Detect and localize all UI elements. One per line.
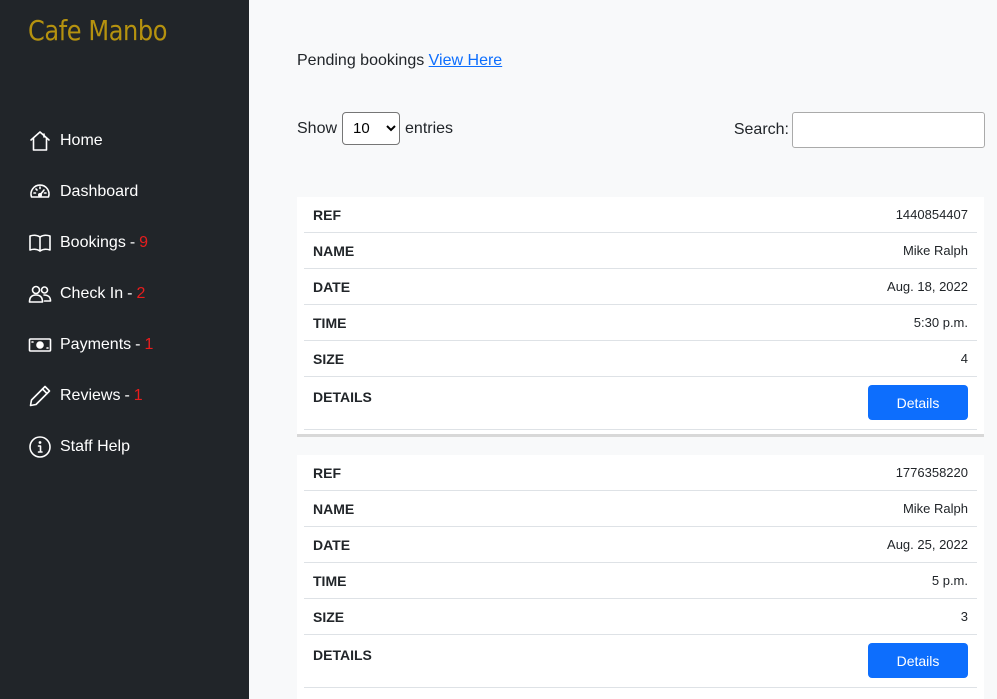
payments-count-badge: 1 [144, 335, 154, 353]
sidebar-item-separator: - [135, 335, 141, 353]
field-label: TIME [313, 314, 347, 331]
search-label: Search: [733, 121, 789, 138]
field-label: NAME [313, 500, 355, 517]
pending-bookings-text: Pending bookings [297, 52, 425, 69]
entries-label: entries [405, 119, 454, 137]
sidebar-item-separator: - [129, 233, 136, 251]
house-icon [28, 129, 52, 153]
show-label: Show [297, 119, 338, 137]
booking-card: REF 1440854407 NAME Mike Ralph DATE Aug. 18… [297, 197, 984, 437]
field-label: TIME [313, 572, 347, 589]
sidebar-item-reviews[interactable]: Reviews - 1 [28, 370, 153, 421]
time-value: 5 p.m. [931, 573, 968, 588]
table-row: DATE Aug. 18, 2022 [304, 269, 977, 305]
people-icon [28, 282, 52, 306]
field-label: NAME [313, 242, 355, 259]
field-label: REF [313, 206, 341, 223]
time-value: 5:30 p.m. [913, 315, 968, 330]
sidebar-item-bookings[interactable]: Bookings - 9 [28, 217, 153, 268]
table-row: NAME Mike Ralph [304, 491, 977, 527]
entries-select[interactable]: 10 [342, 112, 401, 145]
date-value: Aug. 18, 2022 [887, 279, 968, 294]
field-label: SIZE [313, 608, 345, 625]
search-control: Search: [734, 112, 985, 148]
sidebar-item-label: Reviews [60, 386, 121, 404]
size-value: 3 [960, 609, 968, 624]
sidebar-item-check-in[interactable]: Check In - 2 [28, 268, 153, 319]
field-label: DETAILS [313, 647, 372, 663]
ref-value: 1440854407 [895, 207, 968, 222]
table-row: SIZE 4 [304, 341, 977, 377]
sidebar-item-label: Dashboard [60, 182, 139, 200]
sidebar-item-payments[interactable]: Payments - 1 [28, 319, 153, 370]
sidebar-item-label: Home [60, 131, 103, 149]
cash-icon [28, 333, 52, 357]
sidebar-nav: Home Dashboard Bookings - 9 Check In - 2… [28, 115, 153, 472]
search-input[interactable] [792, 112, 985, 148]
table-row: NAME Mike Ralph [304, 233, 977, 269]
brand-logo[interactable]: Cafe Manbo [28, 14, 167, 47]
info-circle-icon [28, 435, 52, 459]
details-button[interactable]: Details [868, 385, 968, 420]
entries-control: Show 10 entries [297, 112, 453, 145]
sidebar-item-label: Check In [60, 284, 124, 302]
sidebar-item-separator: - [124, 386, 130, 404]
size-value: 4 [960, 351, 968, 366]
table-row: REF 1776358220 [304, 455, 977, 491]
sidebar-item-label: Bookings [60, 233, 126, 251]
table-row: DETAILS Details [304, 377, 977, 430]
field-label: DATE [313, 278, 351, 295]
table-row: TIME 5 p.m. [304, 563, 977, 599]
sidebar-item-label: Payments [60, 335, 132, 353]
sidebar-item-home[interactable]: Home [28, 115, 153, 166]
reviews-count-badge: 1 [133, 386, 143, 404]
field-label: REF [313, 464, 341, 481]
name-value: Mike Ralph [902, 501, 968, 516]
table-row: TIME 5:30 p.m. [304, 305, 977, 341]
booking-card: REF 1776358220 NAME Mike Ralph DATE Aug. 25… [297, 455, 984, 699]
name-value: Mike Ralph [902, 243, 968, 258]
sidebar-item-dashboard[interactable]: Dashboard [28, 166, 153, 217]
table-row: SIZE 3 [304, 599, 977, 635]
book-icon [28, 231, 52, 255]
details-button[interactable]: Details [868, 643, 968, 678]
date-value: Aug. 25, 2022 [887, 537, 968, 552]
field-label: DATE [313, 536, 351, 553]
main-content: Pending bookings View Here Show 10 entri… [249, 0, 997, 699]
pencil-icon [28, 384, 52, 408]
table-row: REF 1440854407 [304, 197, 977, 233]
sidebar: Cafe Manbo Home Dashboard Bookings - 9 C… [0, 0, 249, 699]
table-row: DETAILS Details [304, 635, 977, 688]
field-label: DETAILS [313, 389, 372, 405]
speedometer-icon [28, 180, 52, 204]
bookings-count-badge: 9 [139, 233, 149, 251]
field-label: SIZE [313, 350, 345, 367]
sidebar-item-staff-help[interactable]: Staff Help [28, 421, 153, 472]
sidebar-item-separator: - [127, 284, 133, 302]
ref-value: 1776358220 [895, 465, 968, 480]
check-in-count-badge: 2 [136, 284, 146, 302]
table-row: DATE Aug. 25, 2022 [304, 527, 977, 563]
sidebar-item-label: Staff Help [60, 437, 130, 455]
pending-bookings-line: Pending bookings View Here [297, 52, 502, 70]
view-here-link[interactable]: View Here [429, 52, 503, 69]
